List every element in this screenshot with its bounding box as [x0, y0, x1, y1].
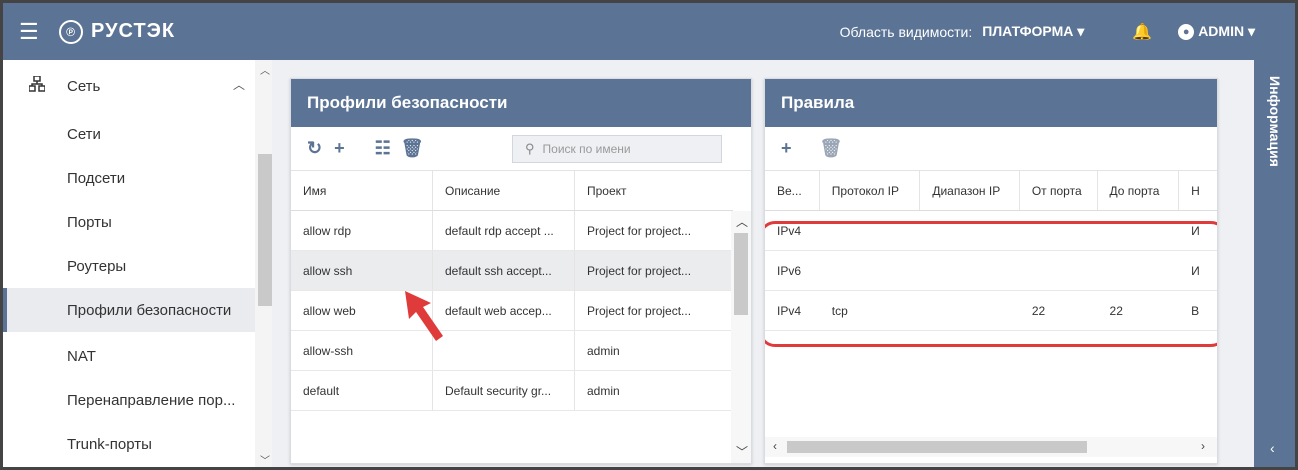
column-header-name[interactable]: Имя: [291, 171, 433, 210]
rules-card: Правила + 🗑 Ве... Протокол IP Диапазон I…: [764, 78, 1218, 464]
column-header-ip-range[interactable]: Диапазон IP: [920, 171, 1020, 210]
top-right-controls: Область видимости: ПЛАТФОРМА ▾ 🔔 ● ADMIN…: [840, 22, 1255, 42]
user-menu[interactable]: ● ADMIN ▾: [1178, 23, 1255, 40]
column-header-protocol[interactable]: Протокол IP: [820, 171, 921, 210]
column-header-description[interactable]: Описание: [433, 171, 575, 210]
rules-horizontal-scrollbar[interactable]: ‹ ›: [765, 437, 1217, 457]
table-row[interactable]: allow rdp default rdp accept ... Project…: [291, 211, 733, 251]
hamburger-menu-icon[interactable]: ☰: [19, 20, 43, 43]
sidebar-item-nat[interactable]: NAT: [3, 334, 255, 378]
column-header-project[interactable]: Проект: [575, 171, 733, 210]
security-profiles-table: Имя Описание Проект allow rdp default rd…: [291, 171, 733, 411]
scroll-down-arrow-icon[interactable]: ﹀: [736, 443, 748, 460]
brand-logo[interactable]: ℗ РУСТЭК: [59, 19, 176, 44]
rules-toolbar: + 🗑: [765, 127, 1217, 171]
column-header-direction[interactable]: Н: [1179, 171, 1217, 210]
cell-project: admin: [587, 343, 620, 358]
info-panel-label[interactable]: Информация: [1257, 76, 1293, 196]
logo-icon: ℗: [59, 19, 83, 44]
sidebar-scroll-thumb[interactable]: [258, 154, 272, 306]
cell-name: default: [291, 371, 433, 410]
cell-description: default ssh accept...: [433, 251, 575, 290]
sidebar-item-routers[interactable]: Роутеры: [3, 244, 255, 288]
sidebar-item-ports[interactable]: Порты: [3, 200, 255, 244]
table-row[interactable]: allow web default web accep... Project f…: [291, 291, 733, 331]
scroll-down-arrow-icon[interactable]: ﹀: [260, 452, 270, 467]
search-icon: ⚲: [525, 141, 535, 156]
security-profiles-toolbar: ↻ + ☷ 🗑 ⚲ Поиск по имени: [291, 127, 751, 171]
bell-icon[interactable]: 🔔: [1132, 22, 1152, 42]
annotation-arrow-icon: [405, 291, 443, 341]
refresh-icon[interactable]: ↻: [307, 138, 322, 159]
table-row[interactable]: allow ssh default ssh accept... Project …: [291, 251, 733, 291]
user-name: ADMIN ▾: [1198, 23, 1255, 39]
security-profiles-card: Профили безопасности ↻ + ☷ 🗑 ⚲ Поиск по …: [290, 78, 752, 464]
cell-description: default web accep...: [433, 291, 575, 330]
cell-description: Default security gr...: [433, 371, 575, 410]
table-row[interactable]: default Default security gr... admin: [291, 371, 733, 411]
scroll-right-arrow-icon[interactable]: ›: [1201, 439, 1205, 453]
top-bar: ☰ ℗ РУСТЭК Область видимости: ПЛАТФОРМА …: [0, 0, 1298, 60]
scope-dropdown[interactable]: ПЛАТФОРМА ▾: [982, 23, 1084, 40]
sidebar-item-networks[interactable]: Сети: [3, 112, 255, 156]
cell-name: allow ssh: [291, 251, 433, 290]
table-header: Ве... Протокол IP Диапазон IP От порта Д…: [765, 171, 1217, 211]
scope-label: Область видимости:: [839, 23, 973, 40]
search-placeholder: Поиск по имени: [542, 142, 631, 156]
sidebar-item-port-forwarding[interactable]: Перенаправление пор...: [3, 378, 255, 422]
add-rule-icon[interactable]: +: [781, 138, 792, 159]
sidebar-item-security-profiles[interactable]: Профили безопасности: [3, 288, 255, 332]
profiles-scroll-thumb[interactable]: [734, 233, 748, 315]
scroll-left-arrow-icon[interactable]: ‹: [773, 439, 777, 453]
profiles-vertical-scrollbar[interactable]: ︿ ﹀: [731, 211, 751, 463]
trash-icon[interactable]: 🗑: [401, 138, 424, 159]
cell-description: [433, 331, 575, 370]
sidebar: Сеть ︿ Сети Подсети Порты Роутеры Профил…: [0, 60, 275, 470]
sidebar-item-trunk-ports[interactable]: Trunk-порты: [3, 422, 255, 466]
sidebar-item-subnets[interactable]: Подсети: [3, 156, 255, 200]
annotation-highlight-box: [765, 221, 1217, 347]
cell-name: allow rdp: [291, 211, 433, 250]
brand-name: РУСТЭК: [91, 20, 176, 42]
main-content: Профили безопасности ↻ + ☷ 🗑 ⚲ Поиск по …: [272, 60, 1254, 470]
info-panel[interactable]: Информация ‹: [1254, 60, 1298, 470]
chevron-up-icon[interactable]: ︿: [233, 76, 245, 93]
cell-project: admin: [587, 383, 620, 398]
chevron-left-icon[interactable]: ‹: [1270, 440, 1275, 456]
table-header: Имя Описание Проект: [291, 171, 733, 211]
scroll-up-arrow-icon[interactable]: ︿: [260, 62, 270, 77]
cell-project: Project for project...: [587, 263, 692, 278]
cell-project: Project for project...: [587, 223, 692, 238]
scroll-up-arrow-icon[interactable]: ︿: [736, 213, 748, 230]
table-row[interactable]: allow-ssh admin: [291, 331, 733, 371]
sidebar-section-label: Сеть: [67, 77, 101, 95]
column-header-to-port[interactable]: До порта: [1098, 171, 1180, 210]
network-icon: [28, 74, 59, 97]
column-header-from-port[interactable]: От порта: [1020, 171, 1098, 210]
cell-project: Project for project...: [587, 303, 692, 318]
rules-title: Правила: [765, 79, 1217, 127]
trash-icon[interactable]: 🗑: [820, 138, 843, 159]
user-icon: ●: [1178, 23, 1195, 40]
search-input[interactable]: ⚲ Поиск по имени: [512, 135, 722, 163]
manage-rules-icon[interactable]: ☷: [375, 138, 391, 159]
security-profiles-title: Профили безопасности: [291, 79, 751, 127]
sidebar-section-network[interactable]: Сеть ︿: [3, 60, 255, 112]
add-icon[interactable]: +: [334, 138, 345, 159]
rules-scroll-thumb[interactable]: [787, 441, 1087, 453]
column-header-version[interactable]: Ве...: [765, 171, 820, 210]
cell-description: default rdp accept ...: [433, 211, 575, 250]
